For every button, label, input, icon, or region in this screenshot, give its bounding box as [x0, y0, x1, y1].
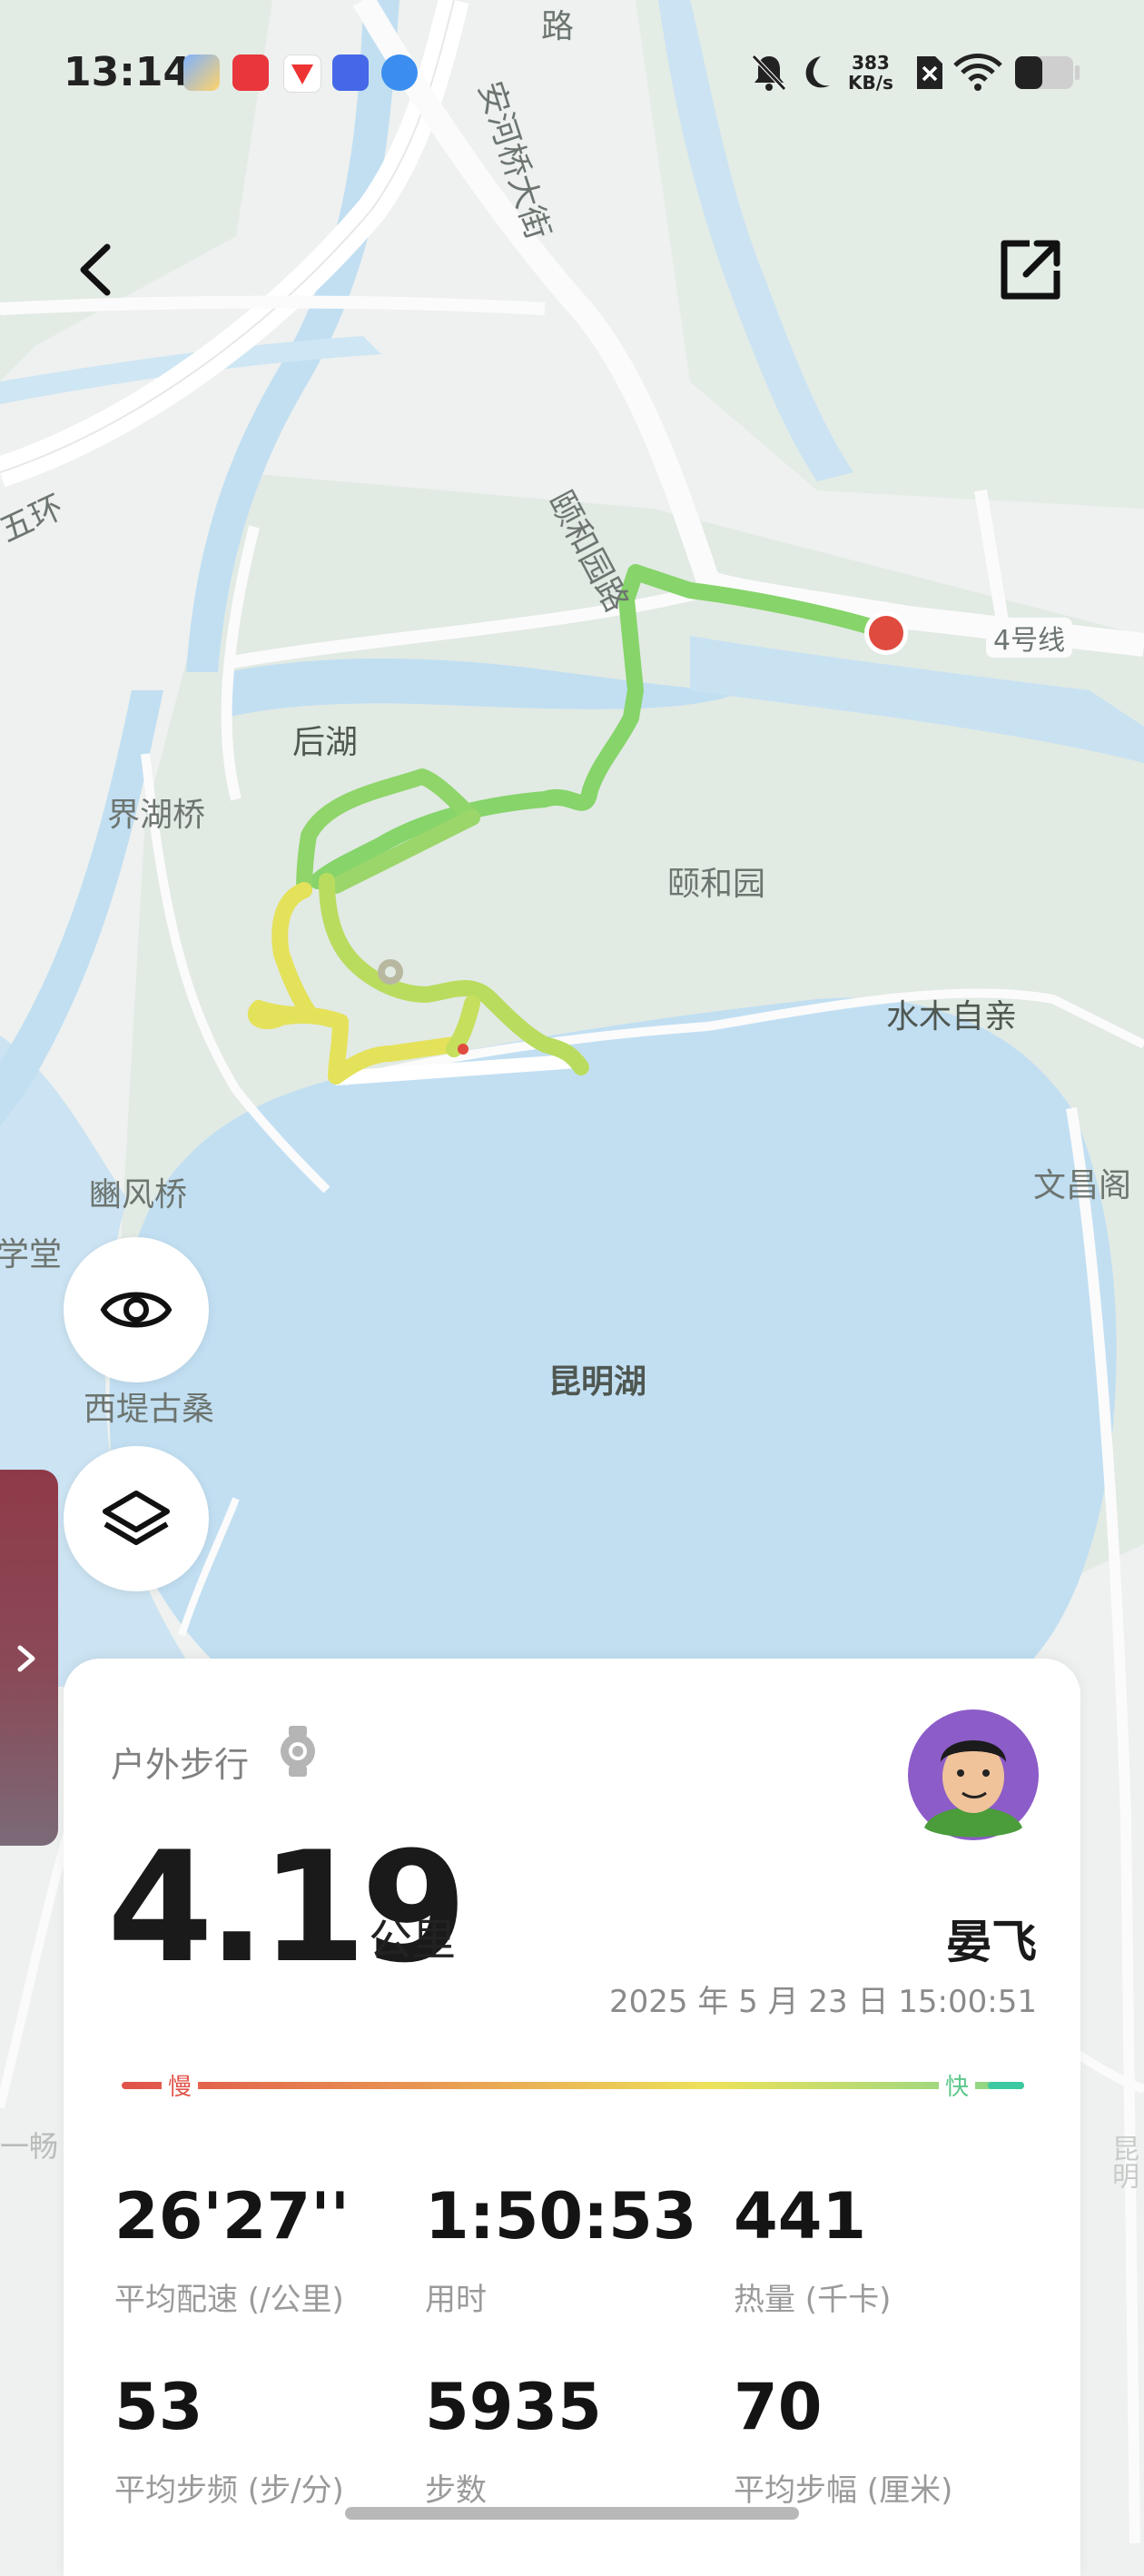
- map-label-changchun: 一畅: [0, 2129, 59, 2164]
- moon-icon: [805, 56, 830, 88]
- map-label-shuimuziqin: 水木自亲: [886, 998, 1018, 1035]
- stat-cadence: 53 平均步频 (步/分): [114, 2370, 344, 2509]
- map-label-binfengqiao: 豳风桥: [89, 1176, 188, 1214]
- stat-stride: 70 平均步幅 (厘米): [734, 2370, 953, 2509]
- status-time: 13:14: [64, 49, 192, 95]
- stat-calories: 441 热量 (千卡): [734, 2179, 892, 2318]
- legend-slow-label: 慢: [168, 2074, 192, 2101]
- map-label-line4: 4号线: [986, 618, 1073, 658]
- legend-fast-label: 快: [945, 2074, 969, 2101]
- status-bar: 13:14 383 KB/s: [0, 0, 1144, 154]
- stat-avg-pace: 26'27'' 平均配速 (/公里): [114, 2179, 350, 2318]
- xiaohongshu-icon: [232, 54, 269, 91]
- activity-type: 户外步行: [111, 1745, 250, 1785]
- layers-icon: [103, 1491, 170, 1545]
- map-label-ming: 昆明: [1107, 2135, 1139, 2189]
- view-toggle-button[interactable]: [64, 1237, 209, 1382]
- user-name: 晏飞: [946, 1916, 1037, 1968]
- pace-legend: 慢 快: [122, 2071, 1024, 2101]
- workout-datetime: 2025 年 5 月 23 日 15:00:51: [609, 1984, 1037, 2020]
- watch-icon: [281, 1726, 315, 1777]
- workout-summary-card: 户外步行 4.19 公里 晏飞 2025 年 5 月 23 日 15:00:51: [64, 1659, 1080, 2576]
- back-arrow-icon: [80, 243, 111, 296]
- wifi-icon: [953, 54, 1002, 91]
- distance-unit: 公里: [369, 1915, 457, 1966]
- side-drawer-handle[interactable]: [0, 1470, 58, 1846]
- back-button[interactable]: [56, 229, 138, 311]
- avatar[interactable]: [908, 1709, 1039, 1840]
- home-indicator[interactable]: [345, 2507, 799, 2520]
- map-label-jiehuqiao: 界湖桥: [107, 797, 206, 834]
- sim-none-icon: [917, 56, 942, 89]
- vivo-icon: [332, 54, 369, 91]
- network-speed: 383 KB/s: [848, 52, 893, 94]
- map-label-kunminghu: 昆明湖: [548, 1363, 647, 1401]
- map-label-houhu: 后湖: [292, 724, 359, 761]
- map-label-wenchangge: 文昌阁: [1033, 1167, 1132, 1204]
- browser-icon: [381, 54, 418, 91]
- map-layers-button[interactable]: [64, 1446, 209, 1591]
- send-icon: [283, 54, 321, 93]
- stat-duration: 1:50:53 用时: [425, 2179, 697, 2318]
- share-icon: [1001, 240, 1060, 300]
- app-blue-icon: [183, 54, 220, 91]
- map-label-xidigusang: 西堤古桑: [84, 1391, 215, 1428]
- eye-icon: [100, 1292, 173, 1328]
- map-label-yiheyuan: 颐和园: [667, 866, 766, 903]
- stat-steps: 5935 步数: [425, 2370, 602, 2509]
- battery-icon: [1015, 56, 1080, 89]
- mute-icon: [752, 54, 786, 91]
- map-label-xuetang: 学堂: [0, 1236, 63, 1273]
- share-button[interactable]: [990, 229, 1071, 311]
- chevron-right-icon: [17, 1645, 35, 1672]
